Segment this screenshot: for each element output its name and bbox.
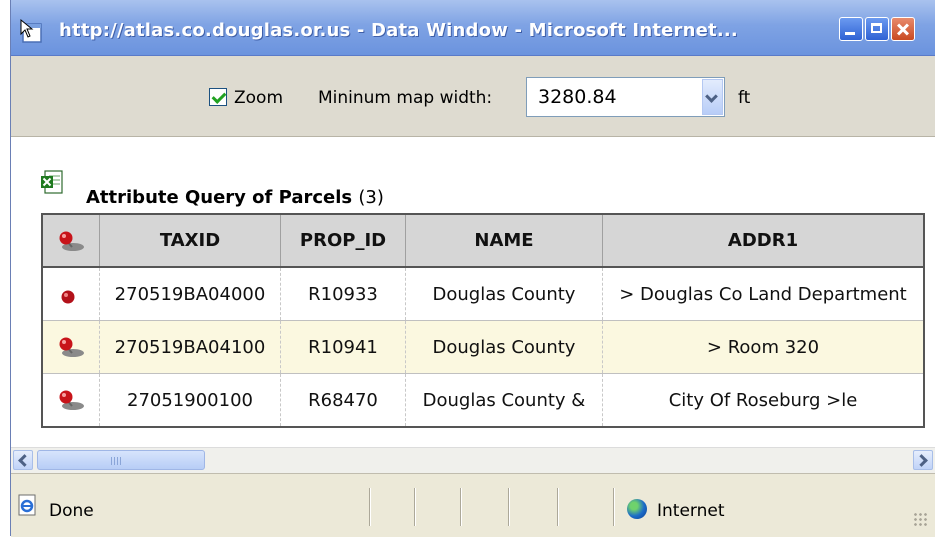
security-zone: Internet	[657, 501, 725, 521]
scroll-left-icon[interactable]	[13, 450, 33, 470]
red-dot-icon[interactable]	[56, 283, 86, 305]
results-panel: Attribute Query of Parcels (3) TAXID PRO…	[11, 137, 935, 447]
pushpin-icon[interactable]	[56, 389, 86, 411]
window-title: http://atlas.co.douglas.or.us - Data Win…	[59, 20, 738, 41]
taxid-cell: 270519BA04100	[99, 320, 281, 374]
name-cell: Douglas County &	[405, 373, 603, 427]
name-cell: Douglas County	[405, 266, 603, 321]
title-bar[interactable]: http://atlas.co.douglas.or.us - Data Win…	[11, 0, 935, 56]
status-text: Done	[49, 501, 94, 521]
status-divider	[460, 488, 462, 526]
col-header-taxid[interactable]: TAXID	[99, 214, 281, 268]
prop-id-cell: R68470	[280, 373, 406, 427]
addr1-cell: > Douglas Co Land Department	[602, 266, 924, 321]
resize-grip-icon[interactable]	[913, 512, 929, 528]
chevron-down-icon[interactable]	[702, 79, 723, 115]
col-header-name[interactable]: NAME	[405, 214, 603, 268]
horizontal-scrollbar[interactable]	[11, 447, 935, 473]
status-divider	[508, 488, 510, 526]
status-divider	[613, 488, 615, 526]
scroll-right-icon[interactable]	[913, 450, 933, 470]
row-marker-cell[interactable]	[42, 320, 100, 374]
unit-label: ft	[738, 88, 751, 108]
pushpin-icon	[59, 231, 84, 251]
excel-export-icon[interactable]	[41, 170, 63, 194]
status-divider	[369, 488, 371, 526]
pushpin-icon[interactable]	[56, 336, 86, 358]
maximize-button[interactable]	[865, 17, 889, 41]
browser-window: http://atlas.co.douglas.or.us - Data Win…	[10, 0, 935, 537]
prop-id-cell: R10941	[280, 320, 406, 374]
status-divider	[414, 488, 416, 526]
options-toolbar: Zoom Mininum map width: 3280.84 ft	[11, 56, 935, 137]
ie-page-icon	[18, 494, 36, 516]
prop-id-cell: R10933	[280, 266, 406, 321]
min-map-width-select[interactable]: 3280.84	[526, 77, 725, 117]
scrollbar-thumb[interactable]	[37, 450, 205, 470]
taxid-cell: 270519BA04000	[99, 266, 281, 321]
status-divider	[557, 488, 559, 526]
globe-icon	[627, 499, 647, 519]
query-title: Attribute Query of Parcels	[86, 187, 353, 208]
page-icon	[20, 18, 42, 43]
minimize-button[interactable]	[839, 17, 863, 41]
result-count: (3)	[358, 187, 384, 208]
status-bar: Done Internet	[11, 473, 935, 537]
query-heading: Attribute Query of Parcels (3)	[86, 187, 384, 208]
taxid-cell: 27051900100	[99, 373, 281, 427]
zoom-label[interactable]: Zoom	[234, 88, 283, 108]
col-header-addr1[interactable]: ADDR1	[602, 214, 924, 268]
row-marker-cell[interactable]	[42, 266, 100, 321]
zoom-checkbox[interactable]	[209, 88, 227, 106]
table-row[interactable]: 27051900100 R68470 Douglas County & City…	[42, 373, 924, 427]
table-row[interactable]: 270519BA04000 R10933 Douglas County > Do…	[42, 266, 924, 321]
grip-icon	[111, 457, 121, 465]
row-marker-cell[interactable]	[42, 373, 100, 427]
min-map-width-value: 3280.84	[538, 86, 617, 108]
pin-column-header[interactable]	[42, 214, 100, 268]
min-map-width-label: Mininum map width:	[318, 88, 493, 108]
table-header-row: TAXID PROP_ID NAME ADDR1	[42, 214, 924, 268]
table-row[interactable]: 270519BA04100 R10941 Douglas County > Ro…	[42, 320, 924, 374]
addr1-cell: City Of Roseburg >le	[602, 373, 924, 427]
addr1-cell: > Room 320	[602, 320, 924, 374]
name-cell: Douglas County	[405, 320, 603, 374]
col-header-prop-id[interactable]: PROP_ID	[280, 214, 406, 268]
close-button[interactable]	[891, 17, 915, 41]
results-table: TAXID PROP_ID NAME ADDR1 270519BA04000 R	[41, 213, 925, 428]
